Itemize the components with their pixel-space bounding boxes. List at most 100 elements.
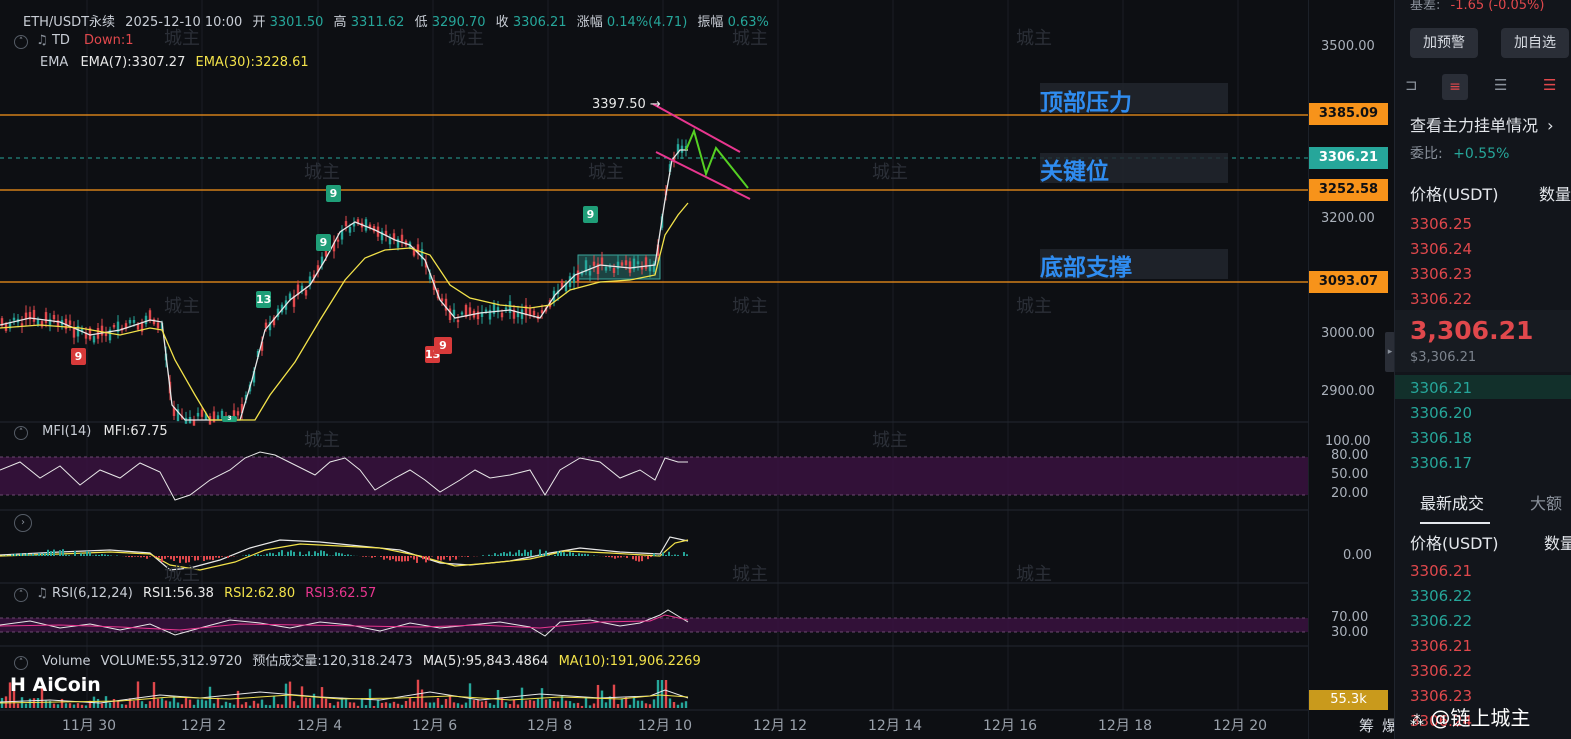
macd-bar bbox=[614, 556, 616, 559]
macd-bar bbox=[677, 554, 679, 556]
bell-icon[interactable]: ♫ bbox=[36, 33, 48, 48]
collapse-icon[interactable]: ˄ bbox=[14, 656, 28, 670]
volume-label[interactable]: Volume bbox=[42, 654, 90, 669]
volume-bar bbox=[344, 699, 348, 708]
macd-bar bbox=[170, 556, 172, 560]
macd-expand-icon[interactable]: › bbox=[14, 514, 32, 532]
mfi-tick: 100.00 bbox=[1325, 434, 1371, 449]
volume-bar bbox=[160, 698, 164, 708]
kline-chart[interactable]: ETH/USDT永续 2025-12-10 10:00 开 3301.50 高 … bbox=[0, 0, 1390, 739]
macd-bar bbox=[641, 556, 643, 562]
collapse-icon[interactable]: ˄ bbox=[14, 426, 28, 440]
symbol-label[interactable]: ETH/USDT永续 bbox=[23, 15, 115, 30]
macd-bar bbox=[383, 556, 385, 560]
ema7-value: EMA(7):3307.27 bbox=[80, 55, 186, 70]
orderbook-bids-icon[interactable]: ☰ bbox=[1494, 76, 1507, 94]
volume-bar bbox=[240, 704, 244, 708]
macd-bar bbox=[512, 554, 514, 556]
chou-tag[interactable]: 筹 bbox=[1359, 715, 1374, 736]
volume-bar bbox=[232, 704, 236, 708]
macd-bar bbox=[632, 556, 634, 560]
td-marker: 9 bbox=[326, 185, 341, 202]
rsi-tick: 70.00 bbox=[1331, 610, 1369, 625]
bid-price[interactable]: 3306.20 bbox=[1410, 404, 1472, 422]
macd-bar bbox=[272, 553, 274, 556]
main-orders-link[interactable]: 查看主力挂单情况 › bbox=[1410, 112, 1554, 136]
volume-bar bbox=[376, 699, 380, 708]
bell-icon[interactable]: ♫ bbox=[36, 586, 48, 601]
channel-lower bbox=[655, 151, 751, 200]
bid-price[interactable]: 3306.21 bbox=[1410, 379, 1472, 397]
macd-bar bbox=[221, 556, 223, 557]
add-watchlist-button[interactable]: 加自选 bbox=[1501, 28, 1569, 58]
key-price-badge: 3252.58 bbox=[1309, 179, 1388, 201]
macd-bar bbox=[314, 551, 316, 556]
basis-label: 基差: bbox=[1410, 0, 1441, 13]
macd-bar bbox=[173, 556, 175, 562]
macd-bar bbox=[245, 554, 247, 556]
add-alert-button[interactable]: 加预警 bbox=[1410, 28, 1478, 58]
macd-bar bbox=[284, 555, 286, 556]
candle-body bbox=[576, 270, 580, 282]
ema-label[interactable]: EMA bbox=[40, 55, 68, 70]
macd-bar bbox=[557, 551, 559, 556]
candle-body bbox=[100, 325, 104, 336]
macd-bar bbox=[422, 556, 424, 560]
mfi-label[interactable]: MFI(14) bbox=[42, 424, 91, 439]
candle-body bbox=[200, 409, 204, 417]
td-marker: 9 bbox=[71, 348, 86, 365]
volume-bar bbox=[180, 704, 184, 708]
trade-price: 3306.21 bbox=[1410, 562, 1473, 580]
price-axis[interactable]: 3500.00 3200.00 3000.00 2900.00 3385.09 … bbox=[1308, 0, 1397, 739]
bid-price[interactable]: 3306.17 bbox=[1410, 454, 1472, 472]
candle-body bbox=[44, 312, 48, 323]
volume-bar bbox=[332, 705, 336, 708]
ratio-value: +0.55% bbox=[1453, 146, 1510, 162]
macd-bar bbox=[578, 553, 580, 556]
macd-bar bbox=[416, 556, 418, 563]
candle-body bbox=[52, 314, 56, 320]
td-label[interactable]: TD bbox=[52, 33, 70, 48]
volume-bar bbox=[396, 703, 400, 708]
orderbook-asks-icon[interactable]: ☰ bbox=[1543, 76, 1556, 94]
macd-bar bbox=[482, 555, 484, 556]
ask-price[interactable]: 3306.23 bbox=[1410, 265, 1472, 283]
collapse-icon[interactable]: ˄ bbox=[14, 588, 28, 602]
volume-bar bbox=[680, 702, 684, 708]
ask-price[interactable]: 3306.24 bbox=[1410, 240, 1472, 258]
ask-price[interactable]: 3306.25 bbox=[1410, 215, 1472, 233]
collapse-icon[interactable]: ˄ bbox=[14, 35, 28, 49]
macd-bar bbox=[269, 552, 271, 556]
volume-bar bbox=[28, 698, 32, 708]
volume-bar bbox=[176, 702, 180, 708]
macd-bar bbox=[410, 556, 412, 558]
volume-bar bbox=[124, 704, 128, 708]
mfi-tick: 80.00 bbox=[1331, 448, 1369, 463]
macd-bar bbox=[218, 556, 220, 558]
ask-price[interactable]: 3306.22 bbox=[1410, 290, 1472, 308]
volume-bar bbox=[512, 699, 516, 708]
volume-bar bbox=[640, 700, 644, 708]
volume-bars bbox=[0, 679, 688, 708]
peak-label: 3397.50 → bbox=[592, 97, 661, 112]
macd-bar bbox=[185, 556, 187, 563]
volume-bar bbox=[460, 704, 464, 708]
macd-bar bbox=[545, 550, 547, 556]
tab-latest-trades[interactable]: 最新成交 bbox=[1420, 490, 1484, 514]
candle-body bbox=[520, 309, 524, 319]
orderbook-both-icon[interactable]: ≡ bbox=[1442, 74, 1468, 100]
rsi-label[interactable]: RSI(6,12,24) bbox=[52, 586, 133, 601]
macd-bar bbox=[209, 556, 211, 560]
macd-bar bbox=[539, 549, 541, 556]
tab-large-trades[interactable]: 大额 bbox=[1530, 490, 1562, 514]
volume-bar bbox=[292, 701, 296, 708]
bid-price[interactable]: 3306.18 bbox=[1410, 429, 1472, 447]
volume-bar bbox=[452, 702, 456, 708]
volume-bar bbox=[524, 700, 528, 708]
macd-bar bbox=[404, 556, 406, 562]
depth-icon[interactable]: ⊐ bbox=[1405, 76, 1418, 94]
volume-bar bbox=[492, 704, 496, 708]
volume-bar bbox=[448, 696, 452, 708]
macd-bar bbox=[227, 556, 229, 558]
volume-bar bbox=[328, 702, 332, 708]
